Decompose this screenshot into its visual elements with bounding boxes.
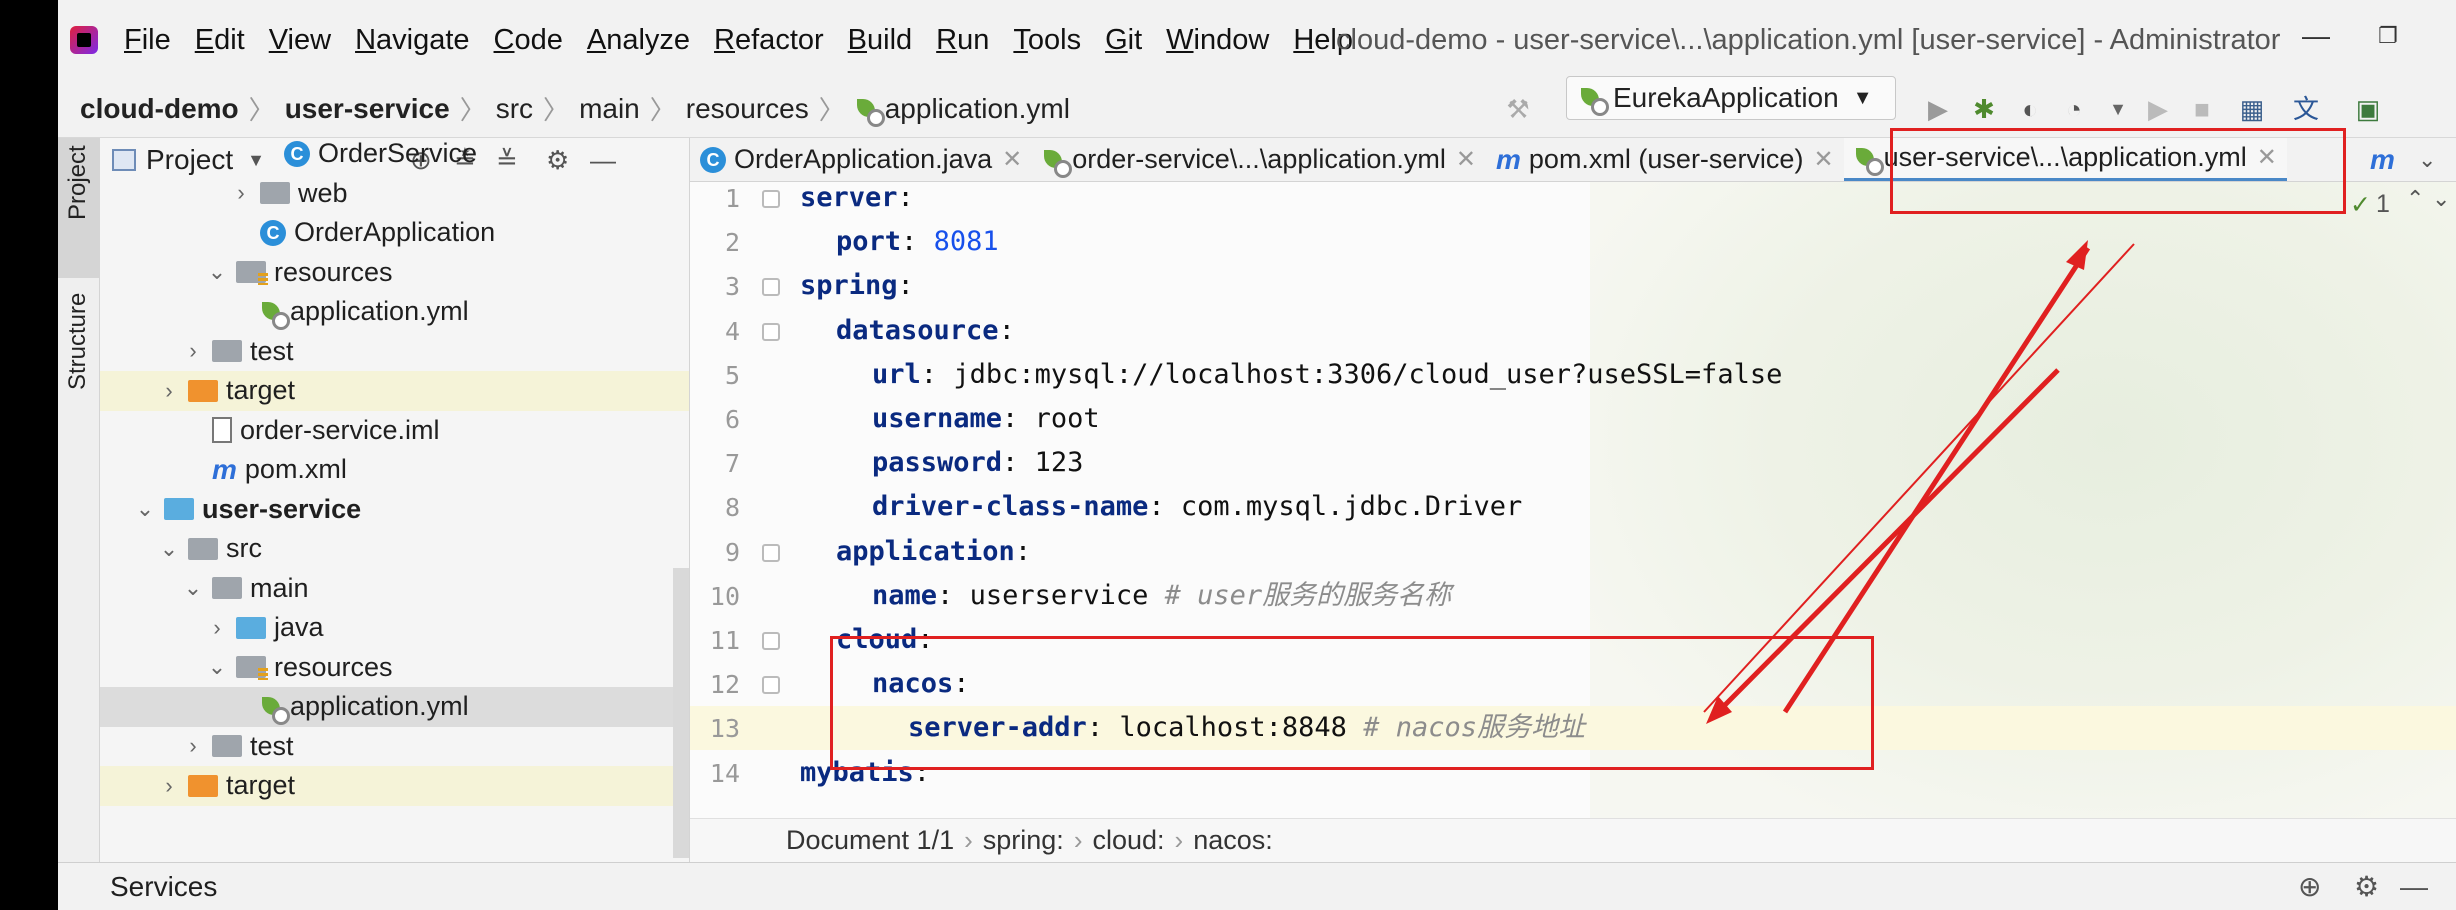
ide-window: File Edit View Navigate Code Analyze Refactor B…: [58, 0, 2456, 910]
annotation-thin-line: [1703, 243, 2135, 713]
annotation-arrows: [1703, 240, 2135, 724]
arrowhead-up: [2066, 240, 2088, 270]
annotation-arrow-up: [1782, 246, 2091, 714]
annotation-arrow-down: [1716, 368, 2060, 714]
